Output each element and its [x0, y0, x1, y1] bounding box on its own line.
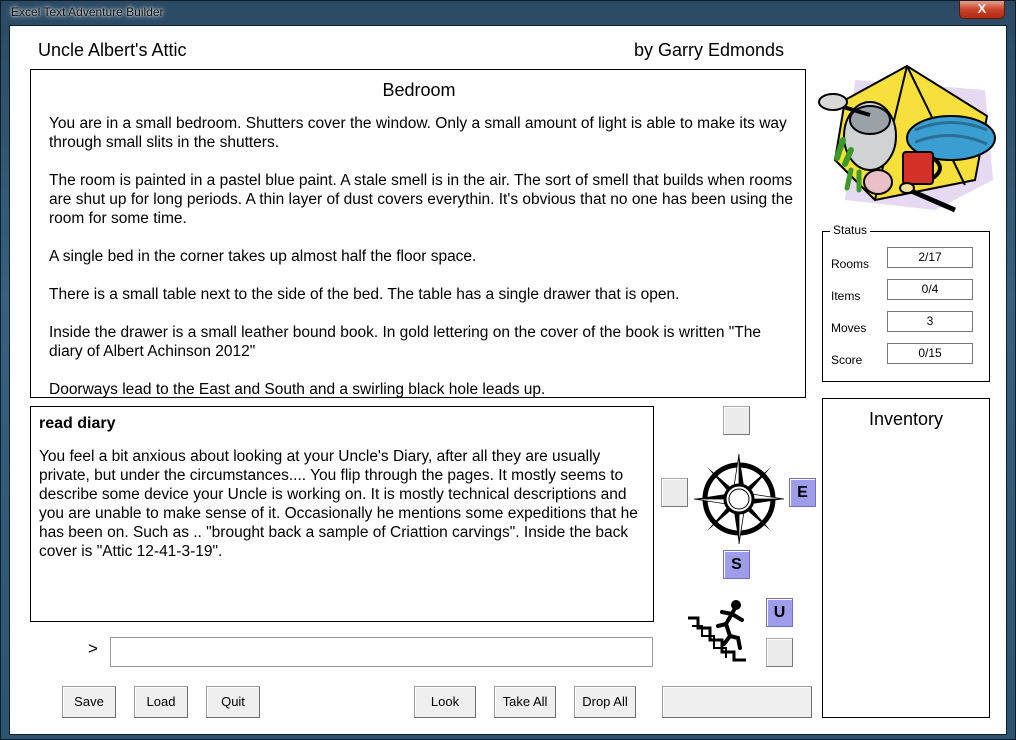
room-paragraph: There is a small table next to the side … — [49, 286, 680, 303]
look-button[interactable]: Look — [414, 686, 476, 718]
response-panel: read diary You feel a bit anxious about … — [30, 406, 654, 622]
room-paragraph: You are in a small bedroom. Shutters cov… — [49, 115, 787, 151]
game-author: by Garry Edmonds — [634, 40, 785, 60]
status-value-score: 0/15 — [887, 343, 973, 364]
take-all-button[interactable]: Take All — [494, 686, 556, 718]
camping-gear-clipart — [818, 64, 996, 213]
inventory-panel[interactable]: Inventory — [822, 398, 990, 718]
inventory-title: Inventory — [868, 409, 944, 429]
save-button[interactable]: Save — [62, 686, 116, 718]
response-text: You feel a bit anxious about looking at … — [39, 448, 638, 560]
climbing-stairs-icon — [688, 600, 746, 662]
window-title: Excel Text Adventure Builder — [11, 5, 164, 19]
close-button[interactable]: X — [959, 1, 1005, 19]
room-description-panel: Bedroom You are in a small bedroom. Shut… — [30, 69, 806, 398]
game-form: Uncle Albert's Attic by Garry Edmonds Be… — [9, 25, 1007, 735]
east-button[interactable]: E — [789, 478, 816, 507]
room-name: Bedroom — [382, 80, 456, 100]
west-button[interactable] — [661, 478, 688, 507]
north-button[interactable] — [723, 406, 750, 435]
status-value-moves: 3 — [887, 311, 973, 332]
status-label-items: Items — [831, 289, 861, 303]
status-label-moves: Moves — [831, 321, 867, 335]
room-paragraph: Inside the drawer is a small leather bou… — [49, 324, 762, 360]
title-bar[interactable]: Excel Text Adventure Builder X — [1, 1, 1016, 25]
status-label-score: Score — [831, 353, 863, 367]
status-legend: Status — [830, 223, 871, 237]
room-paragraph: Doorways lead to the East and South and … — [49, 381, 546, 398]
compass-rose-icon — [693, 453, 785, 545]
room-paragraph: A single bed in the corner takes up almo… — [49, 248, 477, 265]
up-button[interactable]: U — [766, 598, 793, 627]
application-window: Excel Text Adventure Builder X Uncle Alb… — [0, 0, 1016, 740]
status-value-items: 0/4 — [887, 279, 973, 300]
status-value-rooms: 2/17 — [887, 247, 973, 268]
status-label-rooms: Rooms — [831, 257, 870, 271]
blank-button[interactable] — [662, 686, 812, 718]
south-button[interactable]: S — [723, 550, 750, 579]
down-button[interactable] — [766, 638, 793, 667]
room-description: You are in a small bedroom. Shutters cov… — [49, 114, 797, 398]
last-command: read diary — [39, 415, 116, 432]
prompt-symbol: > — [88, 639, 98, 658]
load-button[interactable]: Load — [134, 686, 188, 718]
drop-all-button[interactable]: Drop All — [574, 686, 636, 718]
command-input[interactable] — [110, 637, 653, 667]
room-paragraph: The room is painted in a pastel blue pai… — [49, 172, 793, 227]
quit-button[interactable]: Quit — [206, 686, 260, 718]
game-title: Uncle Albert's Attic — [38, 40, 187, 60]
